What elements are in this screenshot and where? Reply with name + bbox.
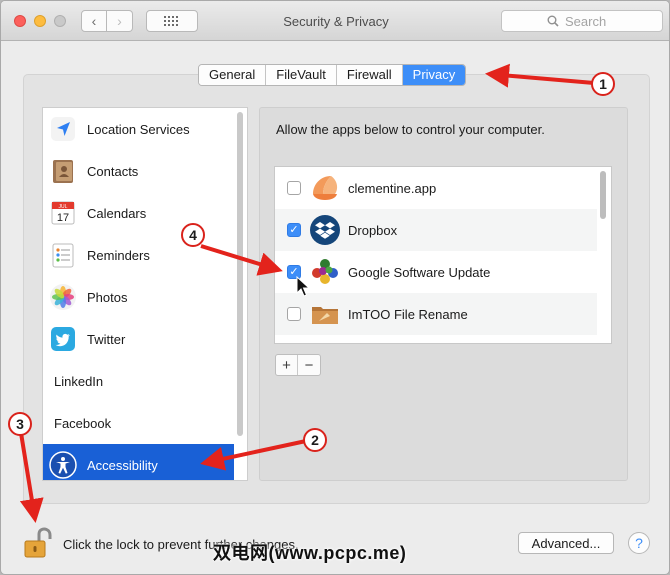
callout-4: 4 <box>181 223 205 247</box>
app-name: Dropbox <box>348 222 398 238</box>
privacy-category-list[interactable]: Location Services Contacts JUL 17 Calend… <box>42 107 248 481</box>
checkmark-icon: ✓ <box>289 223 299 236</box>
sidebar-item-linkedin[interactable]: LinkedIn <box>43 360 234 402</box>
sidebar-item-reminders[interactable]: Reminders <box>43 234 234 276</box>
callout-3: 3 <box>8 412 32 436</box>
twitter-bird-icon <box>49 325 77 353</box>
sidebar-scrollbar[interactable] <box>237 112 243 436</box>
tab-filevault[interactable]: FileVault <box>266 65 337 85</box>
panel-description: Allow the apps below to control your com… <box>276 122 545 137</box>
accessibility-app-list[interactable]: clementine.app ✓ Dropbox ✓ Google Softwa… <box>274 166 612 344</box>
folder-icon <box>309 298 341 330</box>
advanced-button[interactable]: Advanced... <box>518 532 614 554</box>
sidebar-item-photos[interactable]: Photos <box>43 276 234 318</box>
calendar-month-text: JUL <box>59 204 68 210</box>
search-field[interactable] <box>501 10 663 32</box>
add-remove-control: + − <box>275 354 321 376</box>
search-input[interactable] <box>565 13 617 29</box>
sidebar-item-label: Twitter <box>87 331 126 347</box>
google-update-balls-icon <box>309 256 341 288</box>
clementine-checkbox[interactable] <box>287 181 301 195</box>
google-update-checkbox[interactable]: ✓ <box>287 265 301 279</box>
sidebar-item-label: Photos <box>87 289 128 305</box>
title-bar: ‹ › Security & Privacy <box>1 1 669 41</box>
sidebar-item-label: Facebook <box>54 415 112 431</box>
app-name: clementine.app <box>348 180 437 196</box>
photos-flower-icon <box>49 283 77 311</box>
preference-tabs: General FileVault Firewall Privacy <box>198 64 467 86</box>
dropbox-icon <box>309 214 341 246</box>
contacts-book-icon <box>49 157 77 185</box>
list-item-imtoo-file-rename[interactable]: ImTOO File Rename <box>275 293 597 335</box>
unlocked-padlock-icon[interactable] <box>23 527 53 559</box>
checkmark-icon: ✓ <box>289 265 299 278</box>
calendar-icon: JUL 17 <box>49 199 77 227</box>
imtoo-checkbox[interactable] <box>287 307 301 321</box>
add-app-button[interactable]: + <box>276 355 298 375</box>
reminders-list-icon <box>49 241 77 269</box>
sidebar-item-label: Accessibility <box>87 457 158 473</box>
callout-2: 2 <box>303 428 327 452</box>
tab-privacy[interactable]: Privacy <box>402 65 466 85</box>
help-button[interactable]: ? <box>628 532 650 554</box>
security-privacy-window: ‹ › Security & Privacy General FileVault… <box>0 0 670 575</box>
location-arrow-icon <box>49 115 77 143</box>
callout-1: 1 <box>591 72 615 96</box>
sidebar-item-label: Contacts <box>87 163 139 179</box>
sidebar-item-twitter[interactable]: Twitter <box>43 318 234 360</box>
dropbox-checkbox[interactable]: ✓ <box>287 223 301 237</box>
sidebar-item-label: Reminders <box>87 247 150 263</box>
watermark-text: 双电网(www.pcpc.me) <box>213 543 407 563</box>
sidebar-item-facebook[interactable]: Facebook <box>43 402 234 444</box>
remove-app-button[interactable]: − <box>298 355 320 375</box>
app-list-scrollbar[interactable] <box>600 171 606 219</box>
search-icon <box>547 15 559 27</box>
tab-firewall[interactable]: Firewall <box>336 65 403 85</box>
app-name: ImTOO File Rename <box>348 306 468 322</box>
list-item-dropbox[interactable]: ✓ Dropbox <box>275 209 597 251</box>
sidebar-item-label: Location Services <box>87 121 190 137</box>
clementine-icon <box>309 172 341 204</box>
sidebar-item-label: LinkedIn <box>54 373 104 389</box>
sidebar-item-contacts[interactable]: Contacts <box>43 150 234 192</box>
tab-general[interactable]: General <box>199 65 267 85</box>
app-name: Google Software Update <box>348 264 491 280</box>
sidebar-item-calendars[interactable]: JUL 17 Calendars <box>43 192 234 234</box>
accessibility-icon <box>49 451 77 479</box>
sidebar-item-accessibility[interactable]: Accessibility <box>43 444 234 480</box>
calendar-day-text: 17 <box>57 212 69 224</box>
sidebar-item-location-services[interactable]: Location Services <box>43 108 234 150</box>
sidebar-item-label: Calendars <box>87 205 147 221</box>
list-item-google-software-update[interactable]: ✓ Google Software Update <box>275 251 597 293</box>
list-item-clementine[interactable]: clementine.app <box>275 167 597 209</box>
